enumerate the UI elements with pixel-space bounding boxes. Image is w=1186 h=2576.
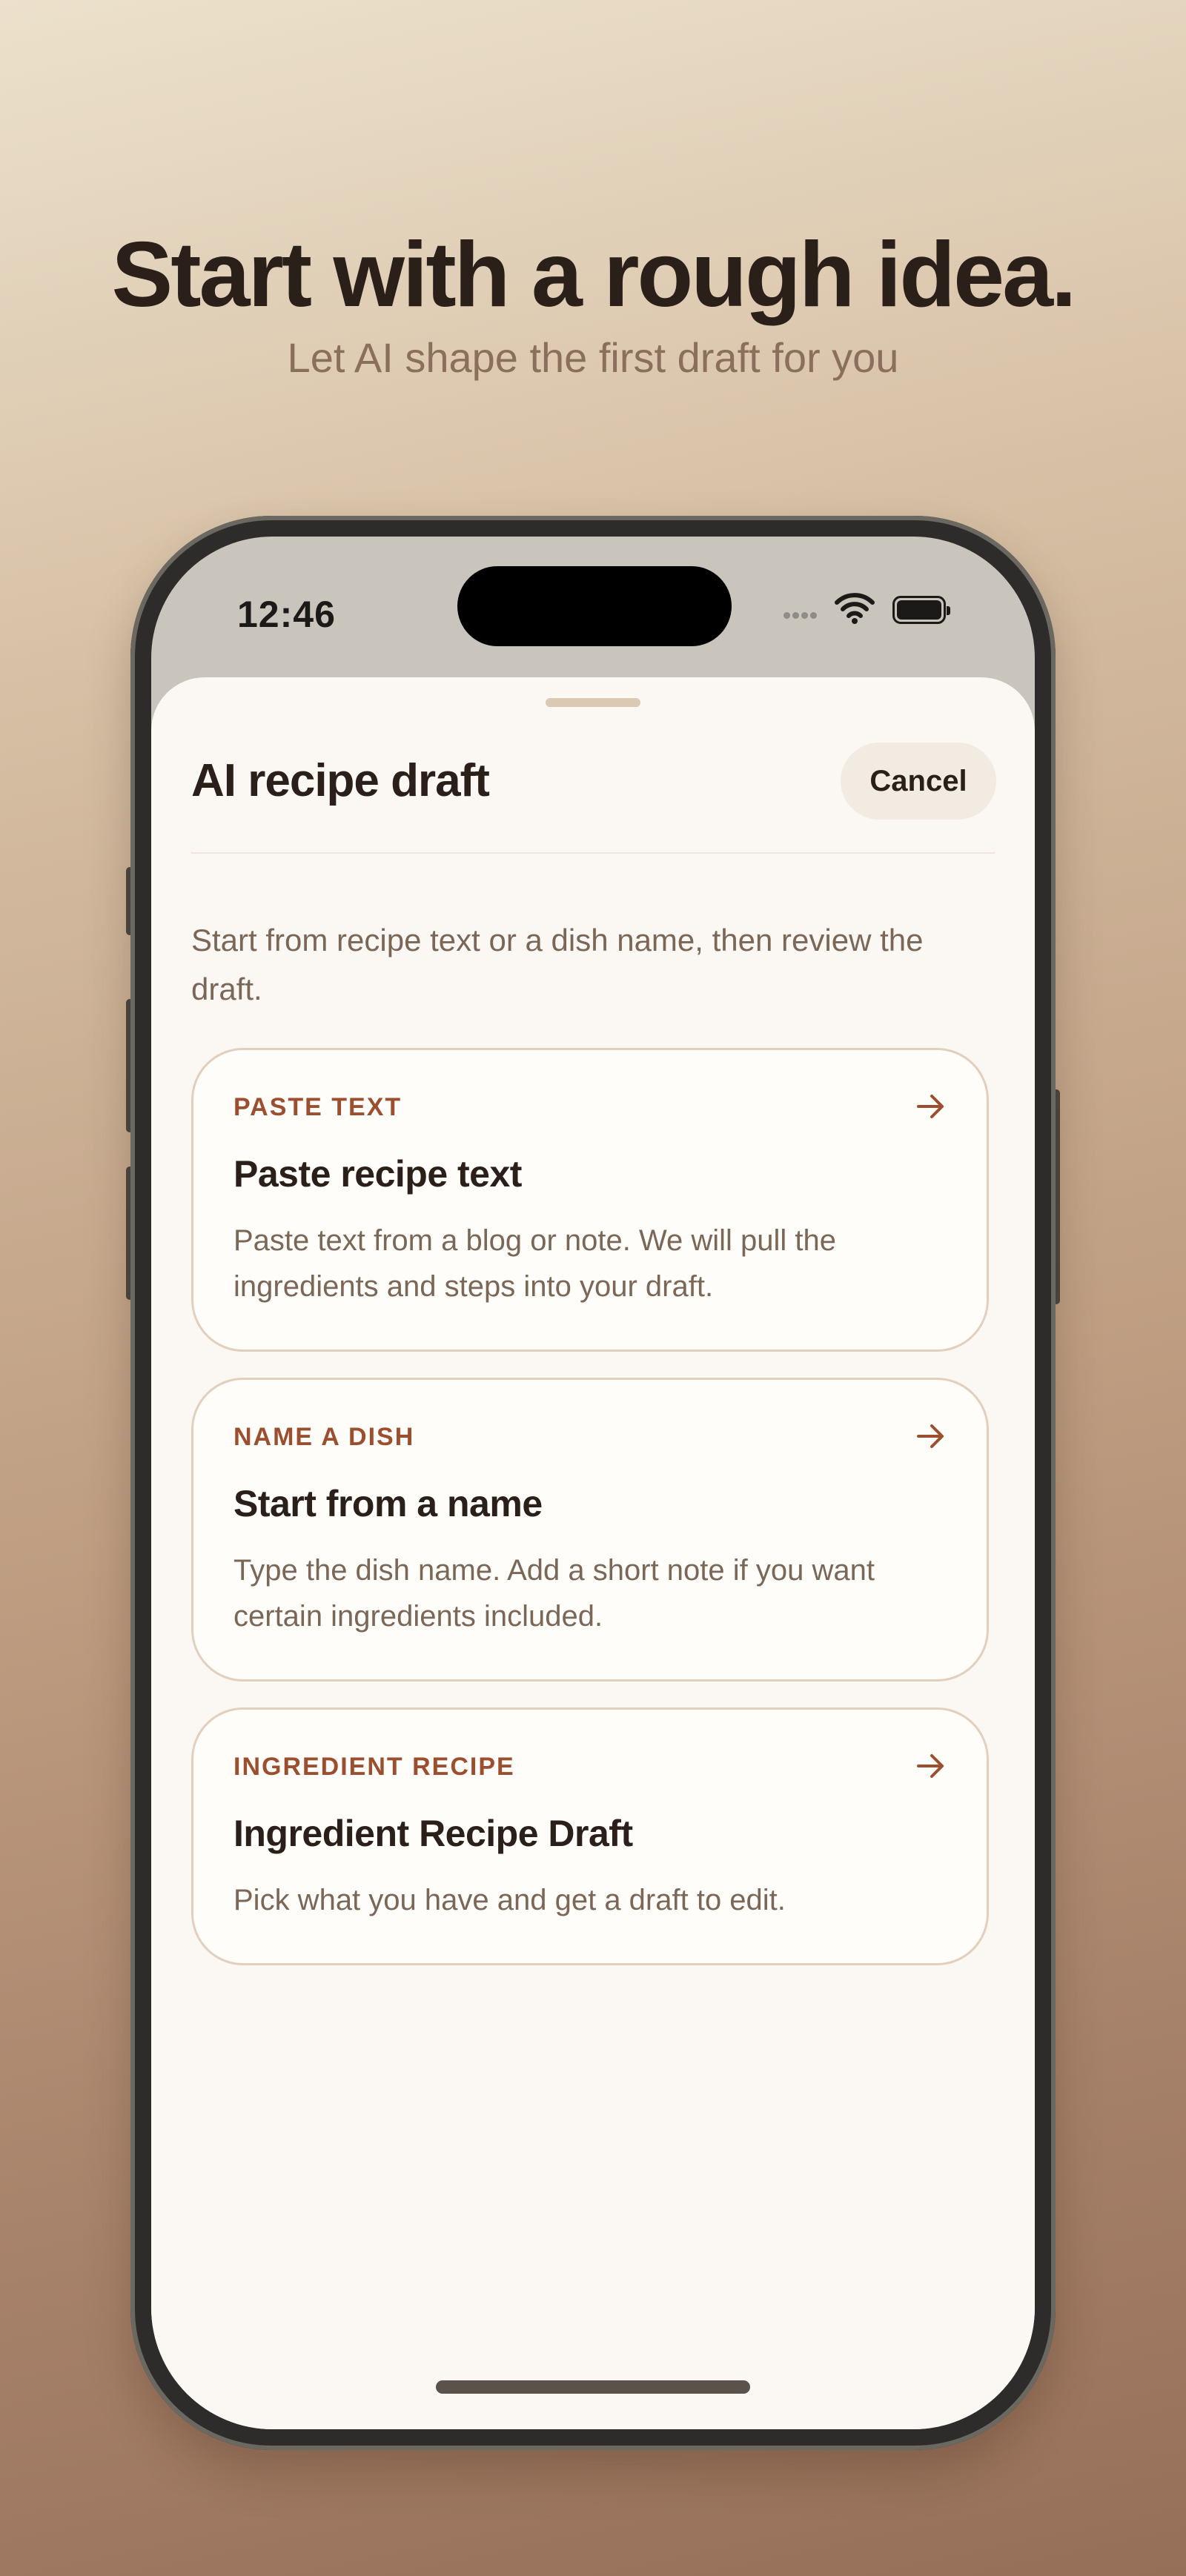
arrow-right-icon	[917, 1754, 944, 1778]
option-eyebrow: NAME A DISH	[233, 1423, 415, 1451]
phone-screen: 12:46 AI recipe draft Cancel Start from …	[151, 537, 1035, 2429]
option-card-paste-text[interactable]: PASTE TEXT Paste recipe text Paste text …	[191, 1048, 989, 1352]
option-description: Pick what you have and get a draft to ed…	[233, 1884, 786, 1916]
status-time: 12:46	[237, 594, 336, 635]
option-description: Type the dish name. Add a short note if …	[233, 1554, 875, 1633]
wifi-icon	[835, 593, 875, 624]
dynamic-island	[457, 566, 732, 646]
header-divider	[191, 852, 995, 854]
ai-draft-sheet: AI recipe draft Cancel Start from recipe…	[151, 677, 1035, 2429]
option-title: Paste recipe text	[233, 1153, 522, 1195]
sheet-grabber[interactable]	[546, 698, 640, 707]
sheet-intro: Start from recipe text or a dish name, t…	[191, 923, 924, 1006]
option-description: Paste text from a blog or note. We will …	[233, 1224, 836, 1303]
option-card-name-a-dish[interactable]: NAME A DISH Start from a name Type the d…	[191, 1378, 989, 1682]
option-title: Start from a name	[233, 1483, 543, 1524]
hero-title: Start with a rough idea.	[111, 224, 1076, 326]
cancel-button[interactable]: Cancel	[841, 743, 996, 820]
option-title: Ingredient Recipe Draft	[233, 1813, 633, 1854]
arrow-right-icon	[917, 1095, 944, 1118]
option-eyebrow: PASTE TEXT	[233, 1093, 402, 1121]
phone-frame: 12:46 AI recipe draft Cancel Start from …	[130, 516, 1056, 2450]
hero-subtitle: Let AI shape the first draft for you	[287, 334, 899, 381]
arrow-right-icon	[917, 1424, 944, 1448]
option-card-ingredient-recipe[interactable]: INGREDIENT RECIPE Ingredient Recipe Draf…	[191, 1707, 989, 1965]
option-eyebrow: INGREDIENT RECIPE	[233, 1753, 515, 1781]
signal-icon	[784, 609, 819, 623]
battery-icon	[892, 596, 950, 624]
home-indicator[interactable]	[436, 2380, 750, 2394]
sheet-title: AI recipe draft	[191, 755, 490, 806]
